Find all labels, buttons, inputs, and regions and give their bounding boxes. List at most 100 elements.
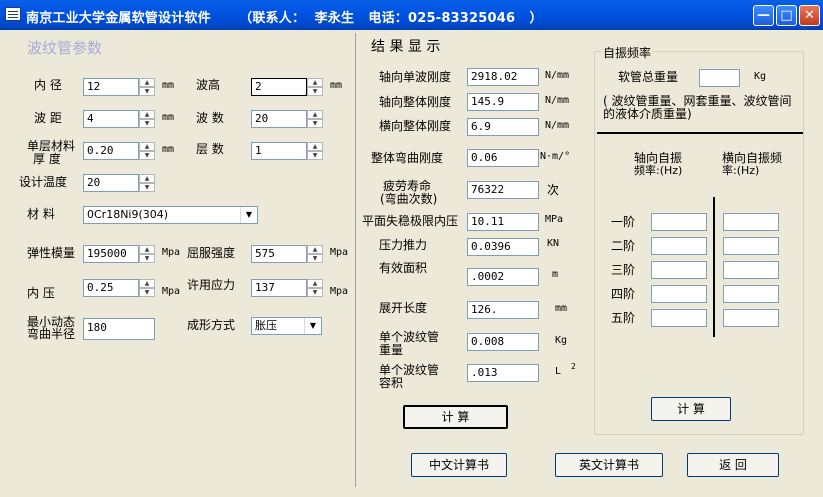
spin-up-icon[interactable]: ▲ <box>139 142 155 151</box>
spin-down-icon[interactable]: ▼ <box>139 254 155 263</box>
axial-single-wave-stiffness-field[interactable]: 2918.02 <box>467 68 539 86</box>
axial-total-stiffness-field[interactable]: 145.9 <box>467 93 539 111</box>
spin-down-icon[interactable]: ▼ <box>307 288 323 297</box>
freq-column-divider <box>713 197 715 337</box>
wave-height-field[interactable]: 2 <box>251 78 307 96</box>
material-select[interactable]: 0Cr18Ni9(304) ▼ <box>83 206 258 224</box>
wave-count-label: 波 数 <box>196 111 224 125</box>
lateral-freq-field[interactable] <box>723 261 779 279</box>
spin-up-icon[interactable]: ▲ <box>307 78 323 87</box>
title-bar[interactable]: 南京工业大学金属软管设计软件 （联系人： 李永生 电话：025-83325046… <box>0 0 823 30</box>
forming-method-select[interactable]: 胀压 ▼ <box>251 317 322 335</box>
freq-calculate-button[interactable]: 计 算 <box>651 397 731 421</box>
spin-down-icon[interactable]: ▼ <box>139 288 155 297</box>
material-select-value: 0Cr18Ni9(304) <box>87 208 169 221</box>
forming-method-value: 胀压 <box>255 319 277 332</box>
allowable-stress-field[interactable]: 137 <box>251 279 307 297</box>
yield-strength-spinner[interactable]: ▲ ▼ <box>307 245 323 263</box>
fatigue-life-field[interactable]: 76322 <box>467 181 539 199</box>
axial-freq-field[interactable] <box>651 213 707 231</box>
axial-freq-field[interactable] <box>651 237 707 255</box>
allowable-stress-spinner[interactable]: ▲ ▼ <box>307 279 323 297</box>
spin-up-icon[interactable]: ▲ <box>307 142 323 151</box>
axial-freq-field[interactable] <box>651 309 707 327</box>
spin-down-icon[interactable]: ▼ <box>139 119 155 128</box>
effective-area-field[interactable]: .0002 <box>467 268 539 286</box>
spin-up-icon[interactable]: ▲ <box>139 279 155 288</box>
layer-thickness-field[interactable]: 0.20 <box>83 142 139 160</box>
plane-instability-pressure-field[interactable]: 10.11 <box>467 213 539 231</box>
yield-strength-field[interactable]: 575 <box>251 245 307 263</box>
total-bending-stiffness-label: 整体弯曲刚度 <box>371 151 444 165</box>
chevron-down-icon[interactable]: ▼ <box>304 318 321 334</box>
wave-count-field[interactable]: 20 <box>251 110 307 128</box>
spin-up-icon[interactable]: ▲ <box>307 110 323 119</box>
unfolded-length-field[interactable]: 126. <box>467 301 539 319</box>
allowable-stress-unit: Mpa <box>330 286 349 297</box>
spin-down-icon[interactable]: ▼ <box>307 254 323 263</box>
design-temp-field[interactable]: 20 <box>83 174 139 192</box>
total-bending-stiffness-field[interactable]: 0.06 <box>467 149 539 167</box>
spin-down-icon[interactable]: ▼ <box>307 87 323 96</box>
layer-thickness-spinner[interactable]: ▲ ▼ <box>139 142 155 160</box>
results-calculate-button[interactable]: 计 算 <box>403 405 508 429</box>
inner-pressure-field[interactable]: 0.25 <box>83 279 139 297</box>
close-button[interactable]: ✕ <box>799 5 820 26</box>
axial-freq-header2: 频率:(Hz) <box>634 164 683 177</box>
axial-single-wave-stiffness-label: 轴向单波刚度 <box>379 70 452 84</box>
single-volume-field[interactable]: .013 <box>467 364 539 382</box>
spin-down-icon[interactable]: ▼ <box>307 119 323 128</box>
lateral-freq-field[interactable] <box>723 309 779 327</box>
elastic-modulus-spinner[interactable]: ▲ ▼ <box>139 245 155 263</box>
spin-up-icon[interactable]: ▲ <box>139 110 155 119</box>
effective-area-label: 有效面积 <box>379 261 428 275</box>
order-label: 五阶 <box>611 311 636 325</box>
inner-diameter-field[interactable]: 12 <box>83 78 139 96</box>
allowable-stress-label: 许用应力 <box>187 278 236 292</box>
pressure-thrust-field[interactable]: 0.0396 <box>467 238 539 256</box>
material-label: 材 料 <box>27 207 55 221</box>
spin-up-icon[interactable]: ▲ <box>139 245 155 254</box>
lateral-freq-field[interactable] <box>723 285 779 303</box>
spin-up-icon[interactable]: ▲ <box>139 174 155 183</box>
wave-pitch-field[interactable]: 4 <box>83 110 139 128</box>
spin-up-icon[interactable]: ▲ <box>139 78 155 87</box>
wave-count-spinner[interactable]: ▲ ▼ <box>307 110 323 128</box>
design-temp-spinner[interactable]: ▲ ▼ <box>139 174 155 192</box>
axial-freq-field[interactable] <box>651 285 707 303</box>
inner-diameter-label: 内 径 <box>34 78 62 92</box>
lateral-total-stiffness-field[interactable]: 6.9 <box>467 118 539 136</box>
inner-pressure-spinner[interactable]: ▲ ▼ <box>139 279 155 297</box>
spin-down-icon[interactable]: ▼ <box>139 87 155 96</box>
wave-pitch-spinner[interactable]: ▲ ▼ <box>139 110 155 128</box>
layer-count-field[interactable]: 1 <box>251 142 307 160</box>
lateral-freq-field[interactable] <box>723 237 779 255</box>
layer-count-spinner[interactable]: ▲ ▼ <box>307 142 323 160</box>
window-title: 南京工业大学金属软管设计软件 （联系人： 李永生 电话：025-83325046… <box>26 11 543 26</box>
spin-down-icon[interactable]: ▼ <box>307 151 323 160</box>
wave-height-unit: mm <box>330 80 343 91</box>
lateral-freq-field[interactable] <box>723 213 779 231</box>
minimize-button[interactable]: — <box>753 5 774 26</box>
inner-diameter-spinner[interactable]: ▲ ▼ <box>139 78 155 96</box>
single-volume-unit: L <box>555 366 562 377</box>
app-icon[interactable] <box>5 7 21 21</box>
spin-up-icon[interactable]: ▲ <box>307 279 323 288</box>
chinese-report-button[interactable]: 中文计算书 <box>411 453 507 477</box>
total-weight-field[interactable] <box>699 69 740 87</box>
lateral-total-stiffness-label: 横向整体刚度 <box>379 119 452 133</box>
maximize-button[interactable]: □ <box>776 5 797 26</box>
elastic-modulus-unit: Mpa <box>162 247 181 258</box>
english-report-button[interactable]: 英文计算书 <box>555 453 663 477</box>
spin-up-icon[interactable]: ▲ <box>307 245 323 254</box>
spin-down-icon[interactable]: ▼ <box>139 183 155 192</box>
single-weight-field[interactable]: 0.008 <box>467 333 539 351</box>
back-button[interactable]: 返 回 <box>687 453 779 477</box>
wave-height-spinner[interactable]: ▲ ▼ <box>307 78 323 96</box>
elastic-modulus-field[interactable]: 195000 <box>83 245 139 263</box>
chevron-down-icon[interactable]: ▼ <box>240 207 257 223</box>
spin-down-icon[interactable]: ▼ <box>139 151 155 160</box>
axial-freq-field[interactable] <box>651 261 707 279</box>
min-bend-radius-field[interactable]: 180 <box>83 318 155 340</box>
order-label: 四阶 <box>611 287 636 301</box>
